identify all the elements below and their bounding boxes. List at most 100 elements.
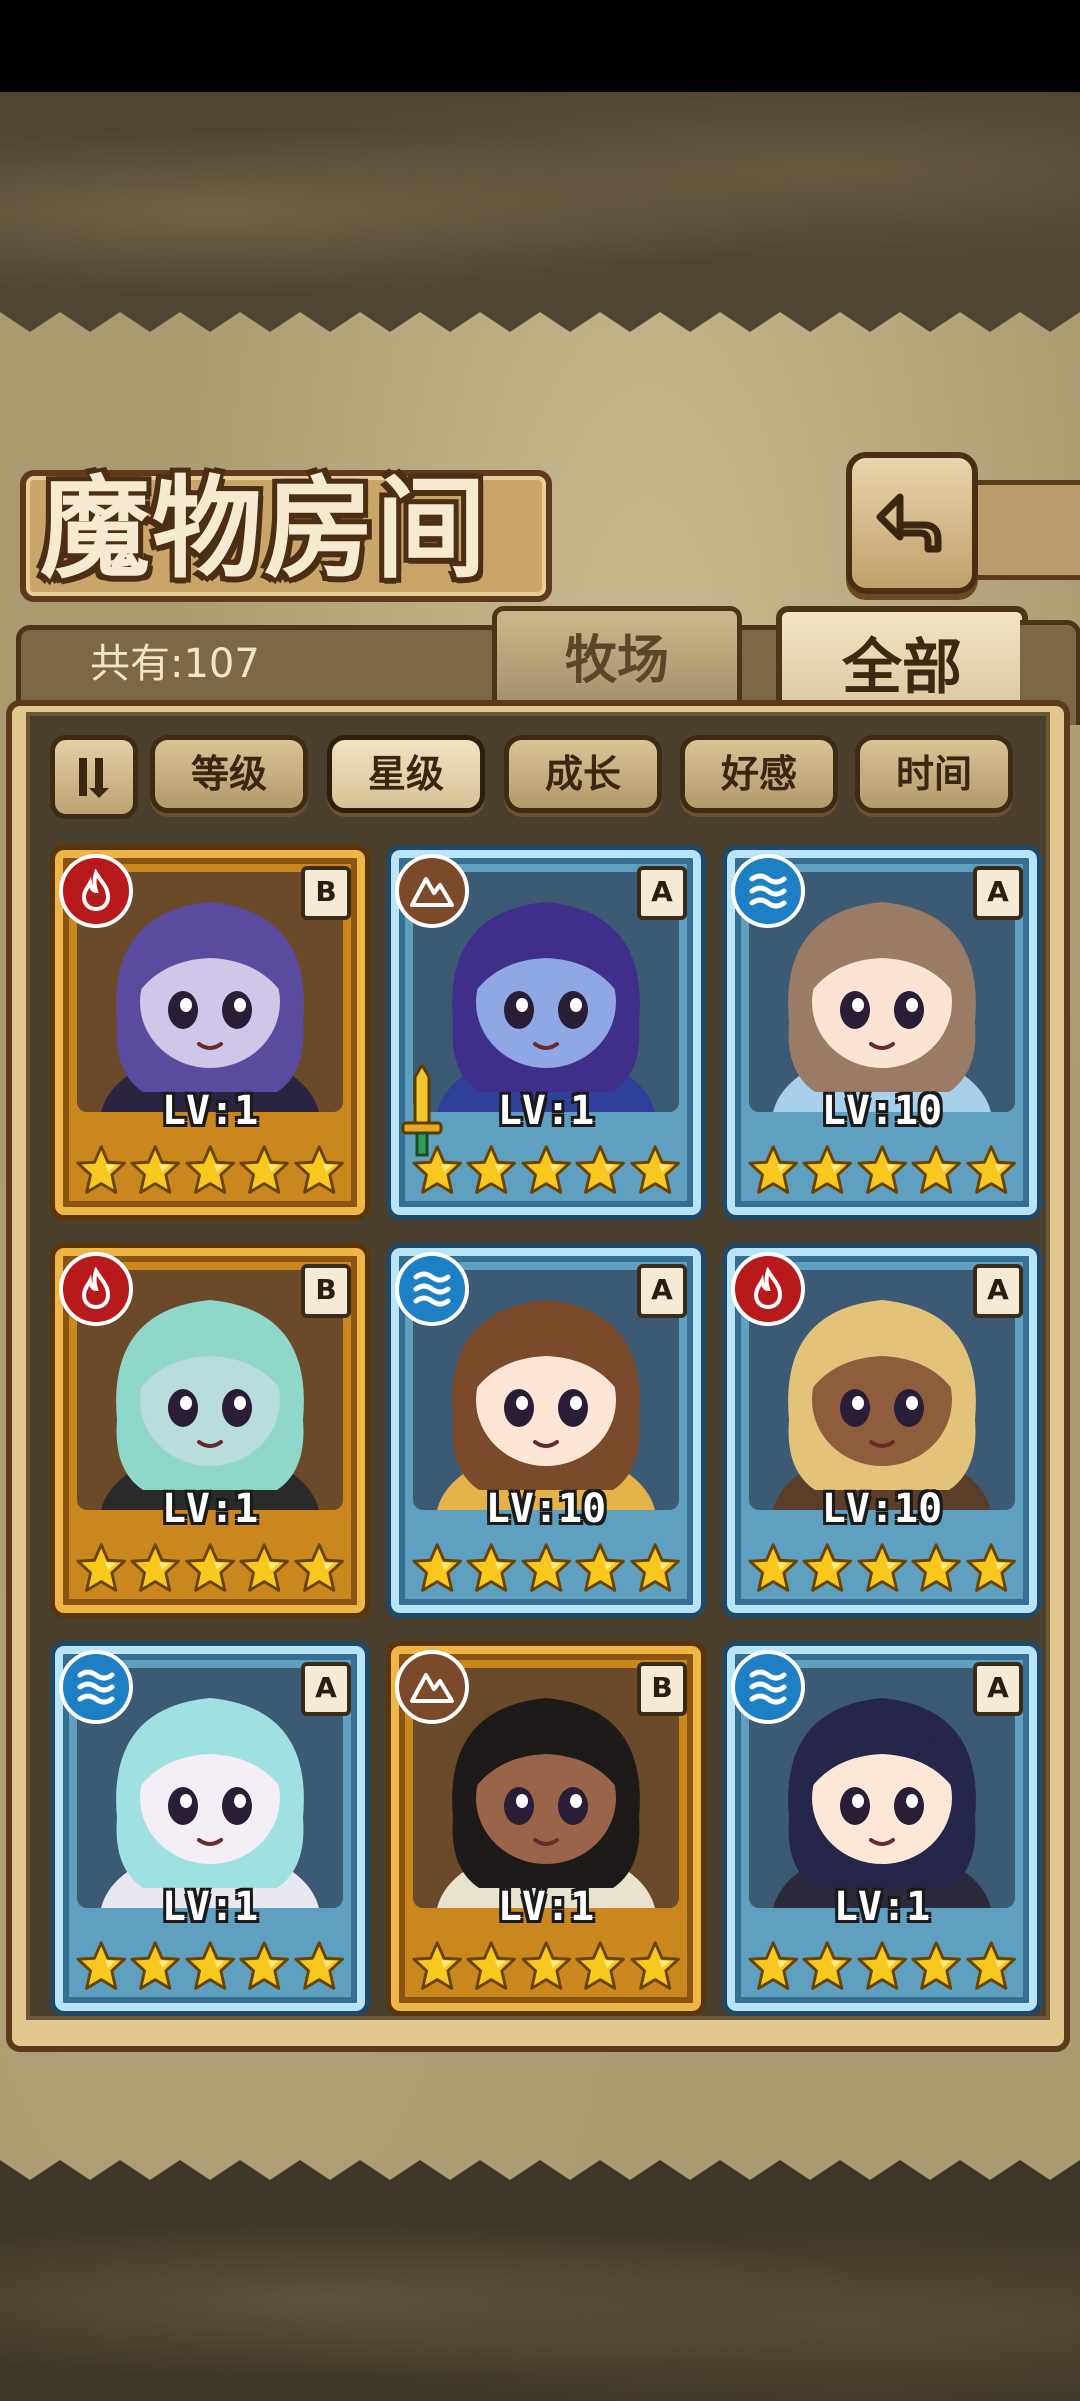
star-icon — [630, 1145, 680, 1194]
monster-level: LV:10 — [821, 1486, 943, 1532]
star-icon — [966, 1543, 1016, 1592]
star-icon — [911, 1145, 962, 1194]
star-icon — [966, 1941, 1016, 1990]
water-icon — [731, 1650, 805, 1724]
star-icon — [966, 1145, 1016, 1194]
earth-icon — [395, 1650, 469, 1724]
star-icon — [130, 1543, 181, 1592]
star-icon — [466, 1145, 517, 1194]
star-rating — [75, 1936, 345, 1996]
sort-order-icon — [79, 758, 109, 798]
zigzag-border-bottom — [0, 2160, 1080, 2200]
rank-badge: A — [637, 1264, 687, 1318]
star-icon — [412, 1941, 462, 1990]
star-icon — [466, 1941, 517, 1990]
sort-by-time-button[interactable]: 时间 — [855, 735, 1013, 813]
star-rating — [411, 1538, 681, 1598]
star-icon — [294, 1941, 344, 1990]
star-icon — [185, 1941, 235, 1990]
fire-icon — [59, 854, 133, 928]
star-icon — [294, 1543, 344, 1592]
star-icon — [802, 1941, 853, 1990]
monster-card[interactable]: A LV:10 — [722, 1243, 1042, 1618]
star-rating — [411, 1936, 681, 1996]
back-button[interactable] — [846, 452, 978, 594]
star-icon — [857, 1543, 907, 1592]
sort-order-toggle[interactable] — [50, 735, 138, 819]
star-icon — [185, 1145, 235, 1194]
star-rating — [747, 1140, 1017, 1200]
star-icon — [911, 1941, 962, 1990]
star-icon — [130, 1941, 181, 1990]
star-icon — [76, 1941, 126, 1990]
monster-card[interactable]: B LV:1 — [386, 1641, 706, 2016]
star-icon — [575, 1543, 626, 1592]
star-icon — [76, 1543, 126, 1592]
monster-card[interactable]: B LV:1 — [50, 1243, 370, 1618]
monster-count: 共有:107 — [90, 641, 260, 687]
sort-by-growth-button[interactable]: 成长 — [504, 735, 662, 813]
fire-icon — [59, 1252, 133, 1326]
star-icon — [412, 1145, 462, 1194]
star-icon — [630, 1941, 680, 1990]
monster-level: LV:10 — [485, 1486, 607, 1532]
water-icon — [395, 1252, 469, 1326]
star-rating — [75, 1140, 345, 1200]
monster-card[interactable]: A LV:1 — [386, 845, 706, 1220]
star-icon — [575, 1941, 626, 1990]
water-icon — [59, 1650, 133, 1724]
star-icon — [521, 1941, 571, 1990]
page-title: 魔物房间 — [40, 464, 488, 593]
sort-by-level-button[interactable]: 等级 — [150, 735, 308, 813]
monster-level: LV:1 — [497, 1088, 595, 1134]
star-icon — [857, 1941, 907, 1990]
star-rating — [411, 1140, 681, 1200]
monster-card[interactable]: B LV:1 — [50, 845, 370, 1220]
star-icon — [748, 1941, 798, 1990]
star-icon — [521, 1543, 571, 1592]
monster-level: LV:10 — [821, 1088, 943, 1134]
rank-badge: B — [637, 1662, 687, 1716]
star-icon — [802, 1543, 853, 1592]
star-icon — [239, 1941, 290, 1990]
rank-badge: B — [301, 1264, 351, 1318]
rank-badge: A — [973, 1662, 1023, 1716]
star-icon — [412, 1543, 462, 1592]
map-background-bottom — [0, 2200, 1080, 2401]
star-icon — [76, 1145, 126, 1194]
sort-by-star-button[interactable]: 星级 — [327, 735, 485, 813]
star-icon — [802, 1145, 853, 1194]
rank-badge: A — [973, 866, 1023, 920]
monster-level: LV:1 — [161, 1486, 259, 1532]
water-icon — [731, 854, 805, 928]
sort-by-affection-button[interactable]: 好感 — [680, 735, 838, 813]
star-rating — [75, 1538, 345, 1598]
earth-icon — [395, 854, 469, 928]
star-icon — [239, 1145, 290, 1194]
monster-level: LV:1 — [161, 1088, 259, 1134]
rank-badge: B — [301, 866, 351, 920]
star-icon — [130, 1145, 181, 1194]
star-icon — [857, 1145, 907, 1194]
star-icon — [575, 1145, 626, 1194]
star-icon — [748, 1145, 798, 1194]
monster-card[interactable]: A LV:1 — [722, 1641, 1042, 2016]
status-bar — [0, 0, 1080, 92]
monster-level: LV:1 — [833, 1884, 931, 1930]
monster-level: LV:1 — [161, 1884, 259, 1930]
star-icon — [294, 1145, 344, 1194]
back-arrow-icon — [876, 493, 942, 553]
rank-badge: A — [637, 866, 687, 920]
map-background-top — [0, 92, 1080, 292]
monster-card[interactable]: A LV:10 — [386, 1243, 706, 1618]
star-rating — [747, 1936, 1017, 1996]
star-icon — [239, 1543, 290, 1592]
star-icon — [630, 1543, 680, 1592]
star-icon — [466, 1543, 517, 1592]
tab-pasture[interactable]: 牧场 — [492, 606, 742, 705]
rank-badge: A — [301, 1662, 351, 1716]
monster-card[interactable]: A LV:10 — [722, 845, 1042, 1220]
monster-card[interactable]: A LV:1 — [50, 1641, 370, 2016]
fire-icon — [731, 1252, 805, 1326]
star-rating — [747, 1538, 1017, 1598]
